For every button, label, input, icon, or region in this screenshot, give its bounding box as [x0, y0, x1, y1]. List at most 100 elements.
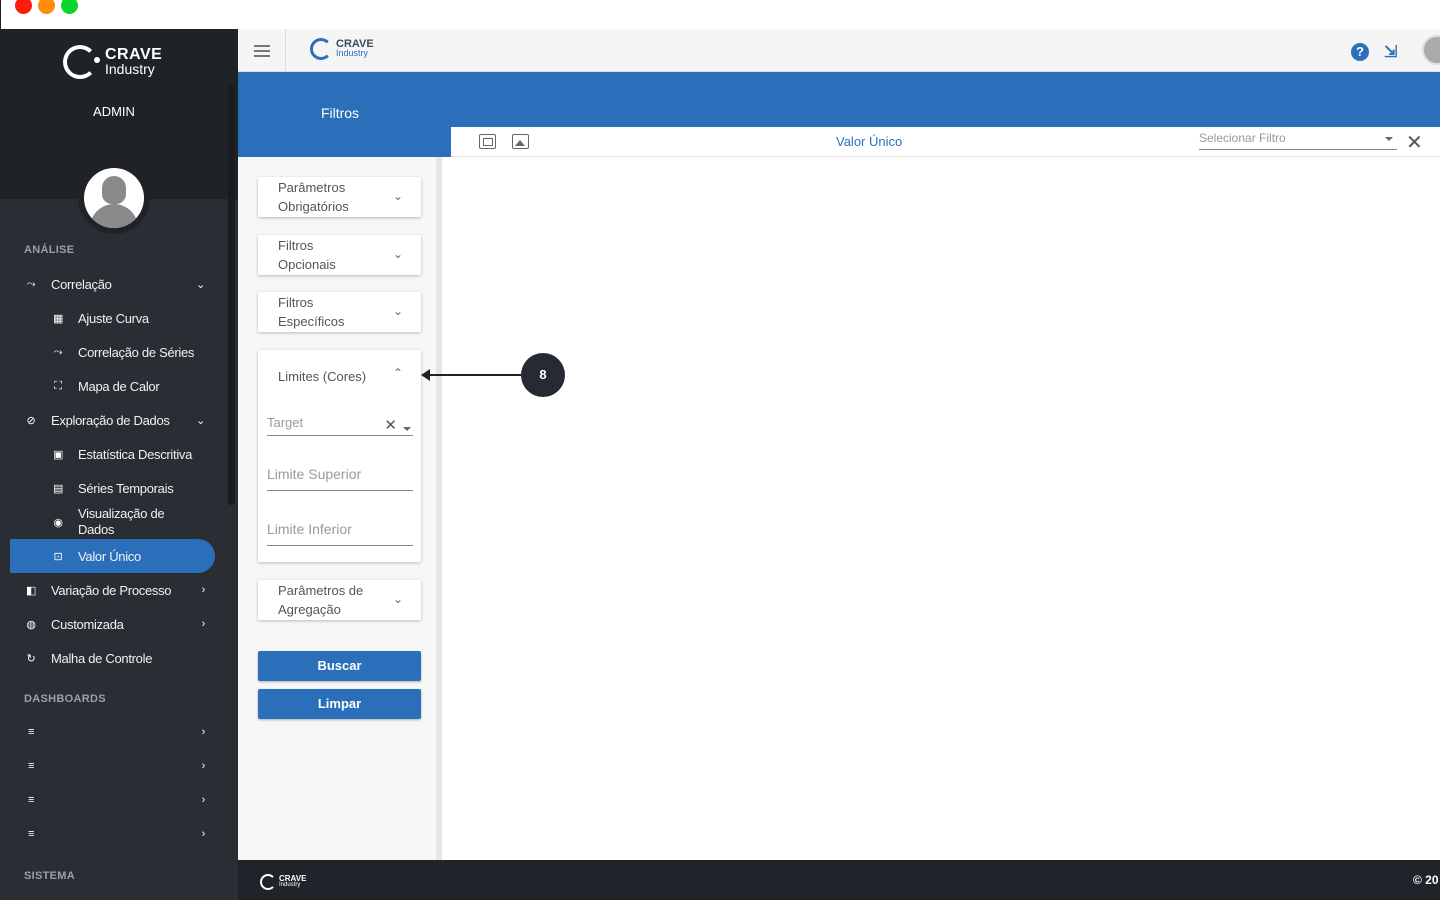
sidebar-item-label: Visualização de Dados	[78, 506, 165, 537]
filter-panel: Parâmetros Obrigatórios ⌄ Filtros Opcion…	[238, 157, 442, 860]
sidebar-item-variacao-processo[interactable]: ◧ Variação de Processo ›	[10, 573, 215, 607]
sidebar-item-label: Exploração de Dados	[51, 412, 170, 428]
sidebar-item-dashboard-1[interactable]: ≡ ›	[10, 715, 215, 749]
sidebar-item-series-temporais[interactable]: ▤ Séries Temporais	[10, 471, 215, 505]
chevron-right-icon: ›	[201, 584, 206, 596]
statistics-icon: ▣	[52, 448, 64, 461]
sidebar: CRAVE Industry ADMIN ANÁLISE ⤳ Correlaçã…	[0, 29, 238, 900]
image-icon[interactable]	[512, 134, 529, 149]
sidebar-item-customizada[interactable]: ◍ Customizada ›	[10, 607, 215, 641]
compress-icon[interactable]: ⇲	[1384, 42, 1397, 62]
limite-inferior-placeholder: Limite Inferior	[267, 521, 352, 537]
footer-logo: CRAVE Industry	[260, 874, 306, 890]
sidebar-item-malha-controle[interactable]: ↻ Malha de Controle	[10, 641, 215, 675]
eye-icon: ◉	[53, 516, 63, 529]
sidebar-item-label: Séries Temporais	[78, 480, 174, 496]
chevron-right-icon: ›	[201, 760, 206, 772]
target-select[interactable]: Target ✕	[267, 415, 413, 436]
timeseries-icon: ▤	[52, 482, 64, 495]
single-value-icon: ⊡	[53, 550, 63, 563]
chevron-right-icon: ›	[201, 726, 206, 738]
topbar-logo[interactable]: CRAVE Industry	[310, 38, 374, 60]
brand-name: CRAVE	[105, 46, 163, 63]
footer-logo-name: CRAVE	[279, 874, 307, 883]
process-variation-icon: ◧	[25, 584, 37, 597]
sidebar-item-correlacao[interactable]: ⤳ Correlação ⌄	[10, 267, 215, 301]
sidebar-item-dashboard-3[interactable]: ≡ ›	[10, 783, 215, 817]
sidebar-item-label: Malha de Controle	[51, 650, 153, 666]
sidebar-item-label: Mapa de Calor	[78, 378, 160, 394]
section-dashboards: DASHBOARDS	[24, 693, 106, 705]
sidebar-item-dashboard-4[interactable]: ≡ ›	[10, 817, 215, 851]
chevron-down-icon: ⌄	[196, 278, 205, 291]
accordion-limites-cores[interactable]: Limites (Cores) ⌃ Target ✕ Limite Superi…	[258, 350, 421, 562]
brand-subname: Industry	[105, 61, 155, 77]
curve-fit-icon: ▦	[52, 312, 64, 325]
sidebar-item-valor-unico[interactable]: ⊡ Valor Único	[10, 539, 215, 573]
select-filter-dropdown[interactable]: Selecionar Filtro	[1199, 131, 1397, 150]
window-minimize-button[interactable]	[38, 0, 55, 14]
limite-superior-field[interactable]: Limite Superior	[267, 466, 413, 491]
buscar-button[interactable]: Buscar	[258, 651, 421, 681]
sidebar-item-label: Valor Único	[78, 548, 141, 564]
sidebar-item-label: Ajuste Curva	[78, 310, 149, 326]
series-correlation-icon: ⤳	[53, 345, 63, 358]
select-filter-placeholder: Selecionar Filtro	[1199, 131, 1286, 145]
limite-inferior-field[interactable]: Limite Inferior	[267, 521, 413, 546]
palette-icon: ◍	[26, 618, 36, 631]
sidebar-item-ajuste-curva[interactable]: ▦ Ajuste Curva	[10, 301, 215, 335]
section-analise: ANÁLISE	[24, 244, 75, 256]
chevron-up-icon: ⌃	[392, 366, 403, 380]
caret-down-icon[interactable]	[403, 427, 411, 431]
correlation-icon: ⤳	[26, 277, 36, 290]
export-icon[interactable]	[479, 134, 496, 149]
window-close-button[interactable]	[15, 0, 32, 14]
sidebar-scrollbar[interactable]	[228, 85, 235, 505]
logo-subname: Industry	[336, 48, 369, 58]
sidebar-item-estatistica[interactable]: ▣ Estatística Descritiva	[10, 437, 215, 471]
copyright-text: © 20	[1413, 873, 1439, 887]
avatar[interactable]	[78, 162, 150, 234]
topbar: CRAVE Industry ? ⇲	[238, 29, 1440, 72]
user-role: ADMIN	[93, 104, 135, 119]
accordion-parametros-agregacao[interactable]: Parâmetros de Agregação ⌄	[258, 580, 421, 620]
limpar-button[interactable]: Limpar	[258, 689, 421, 719]
accordion-label: Parâmetros de Agregação	[278, 583, 364, 617]
limite-superior-placeholder: Limite Superior	[267, 466, 362, 482]
chevron-down-icon: ⌄	[392, 592, 403, 606]
sidebar-item-dashboard-2[interactable]: ≡ ›	[10, 749, 215, 783]
accordion-filtros-opcionais[interactable]: Filtros Opcionais ⌄	[258, 235, 421, 275]
user-menu-icon[interactable]	[1422, 35, 1440, 65]
sidebar-item-label: Customizada	[51, 616, 124, 632]
sidebar-item-mapa-calor[interactable]: ⛶ Mapa de Calor	[10, 369, 215, 403]
sidebar-item-exploracao[interactable]: ⊘ Exploração de Dados ⌄	[10, 403, 215, 437]
accordion-filtros-especificos[interactable]: Filtros Específicos ⌄	[258, 292, 421, 332]
content-header: Valor Único Selecionar Filtro ✕	[451, 127, 1440, 157]
filters-title: Filtros	[320, 105, 360, 121]
sidebar-item-correlacao-series[interactable]: ⤳ Correlação de Séries	[10, 335, 215, 369]
accordion-label: Filtros Opcionais	[278, 238, 336, 272]
accordion-parametros-obrigatorios[interactable]: Parâmetros Obrigatórios ⌄	[258, 177, 421, 217]
sidebar-item-visualizacao[interactable]: ◉ Visualização de Dados	[10, 505, 215, 539]
question-circle-icon[interactable]: ?	[1351, 43, 1369, 61]
chevron-right-icon: ›	[201, 828, 206, 840]
list-icon: ≡	[27, 794, 35, 806]
brand-ring-icon	[63, 45, 100, 79]
hamburger-menu-icon[interactable]	[254, 45, 270, 60]
brand-logo: CRAVE Industry	[63, 45, 162, 79]
user-avatar-icon	[84, 168, 144, 228]
annotation-line	[428, 374, 522, 376]
sidebar-item-label: Estatística Descritiva	[78, 446, 193, 462]
window-maximize-button[interactable]	[61, 0, 78, 14]
explore-icon: ⊘	[26, 414, 36, 427]
footer: CRAVE Industry © 20	[238, 860, 1440, 900]
annotation-badge: 8	[521, 353, 565, 397]
accordion-label: Filtros Específicos	[278, 295, 345, 329]
chevron-down-icon: ⌄	[196, 414, 205, 427]
sidebar-item-label: Correlação	[51, 276, 112, 292]
content-card: Valor Único Selecionar Filtro ✕	[451, 127, 1440, 860]
list-icon: ≡	[27, 760, 35, 772]
clear-icon[interactable]: ✕	[384, 416, 397, 434]
close-icon[interactable]: ✕	[1406, 130, 1423, 155]
sidebar-item-label: Correlação de Séries	[78, 344, 195, 360]
